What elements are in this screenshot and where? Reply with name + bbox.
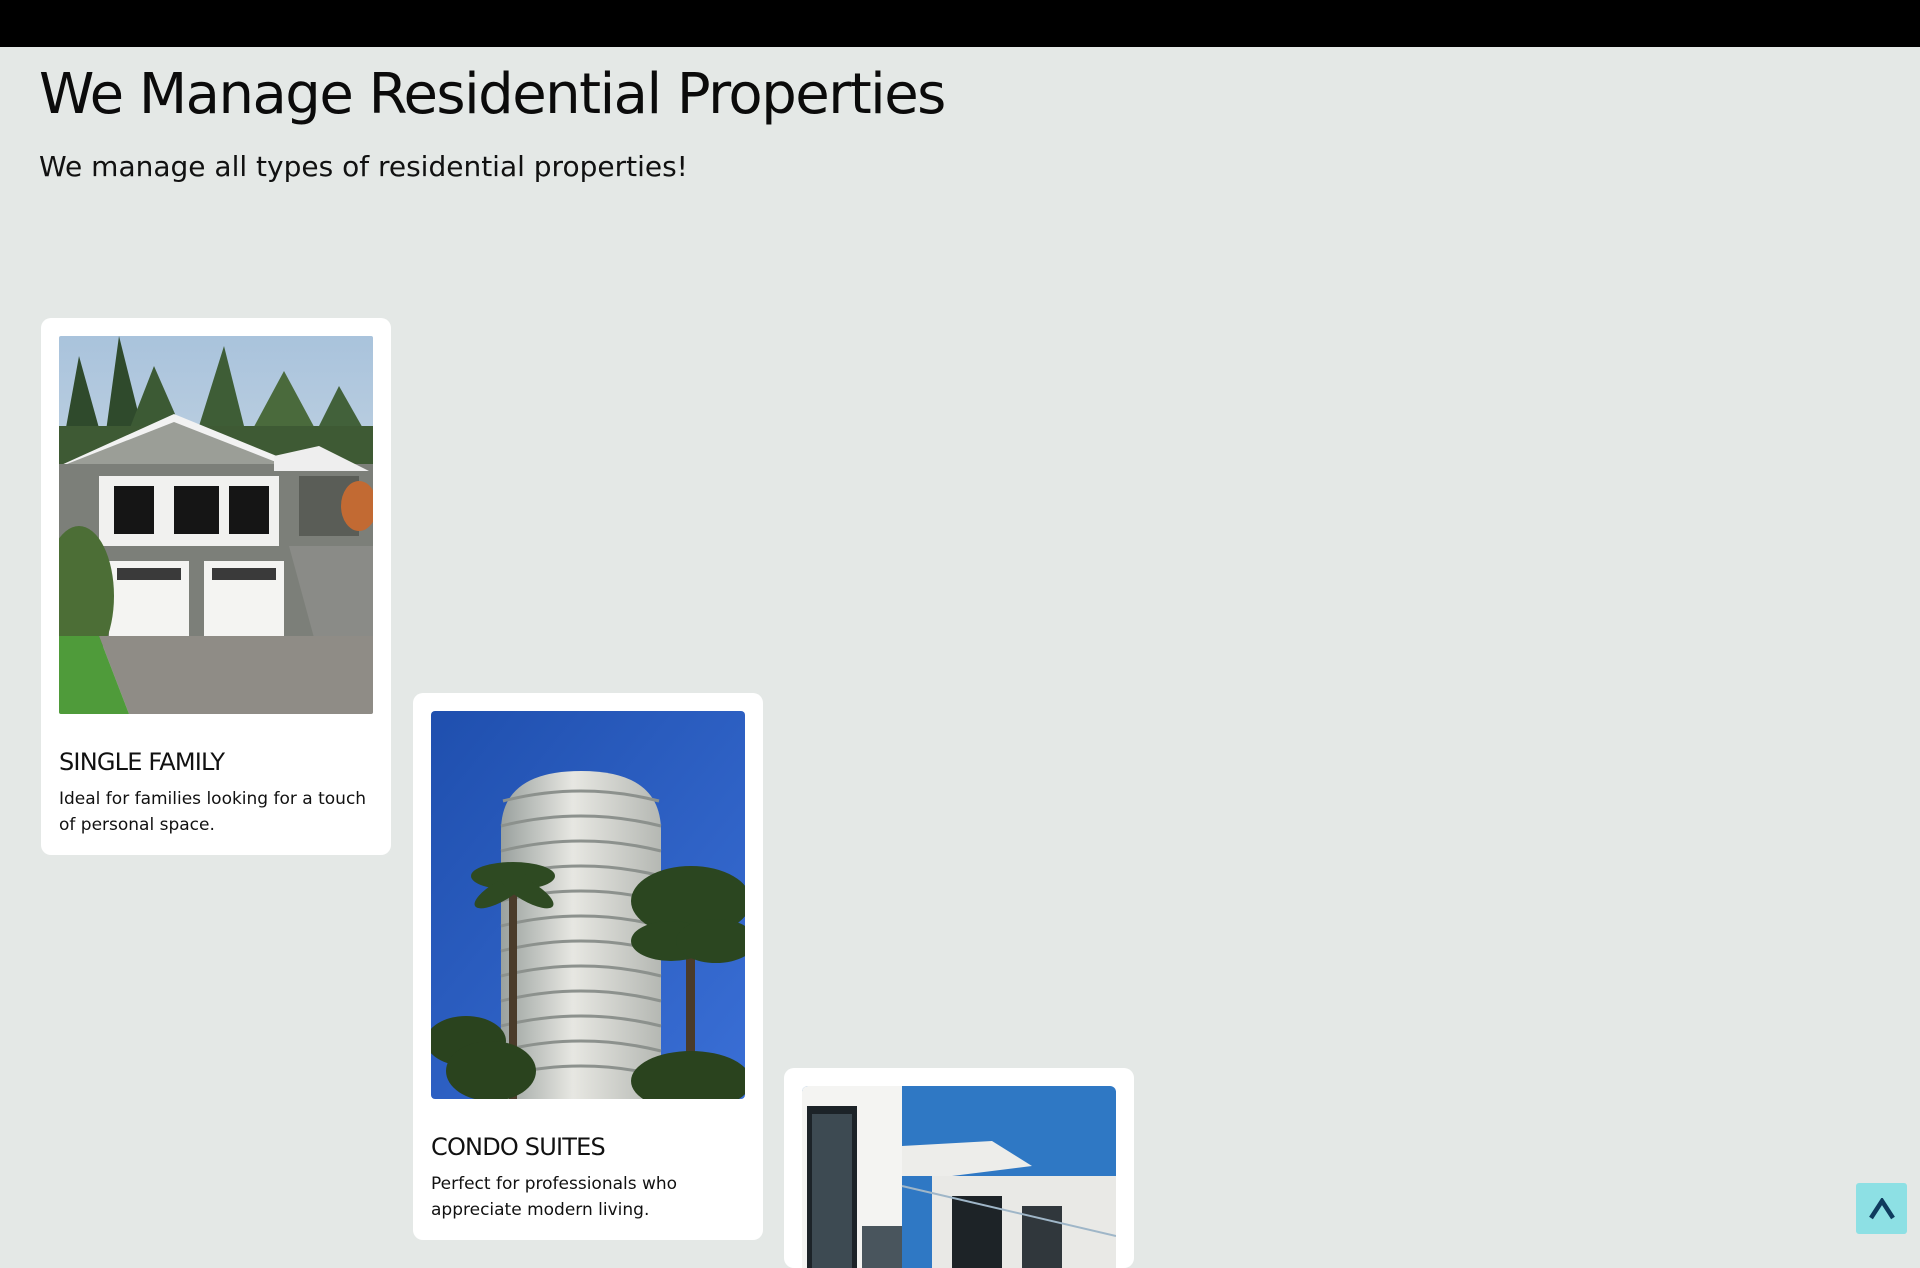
top-bar: [0, 0, 1920, 47]
condo-tower-photo: [431, 711, 745, 1099]
card-title: CONDO SUITES: [431, 1133, 606, 1161]
property-card-modern[interactable]: [784, 1068, 1134, 1268]
modern-building-photo: [802, 1086, 1116, 1268]
property-card-condo-suites[interactable]: CONDO SUITES Perfect for professionals w…: [413, 693, 763, 1240]
property-card-single-family[interactable]: SINGLE FAMILY Ideal for families looking…: [41, 318, 391, 855]
chevron-up-icon: [1868, 1197, 1895, 1219]
page-subtitle: We manage all types of residential prope…: [39, 150, 688, 183]
card-title: SINGLE FAMILY: [59, 748, 225, 776]
page-title: We Manage Residential Properties: [39, 62, 946, 127]
scroll-to-top-button[interactable]: [1856, 1183, 1907, 1234]
card-description: Ideal for families looking for a touch o…: [59, 789, 367, 835]
house-photo: [59, 336, 373, 714]
card-description: Perfect for professionals who appreciate…: [431, 1174, 678, 1220]
